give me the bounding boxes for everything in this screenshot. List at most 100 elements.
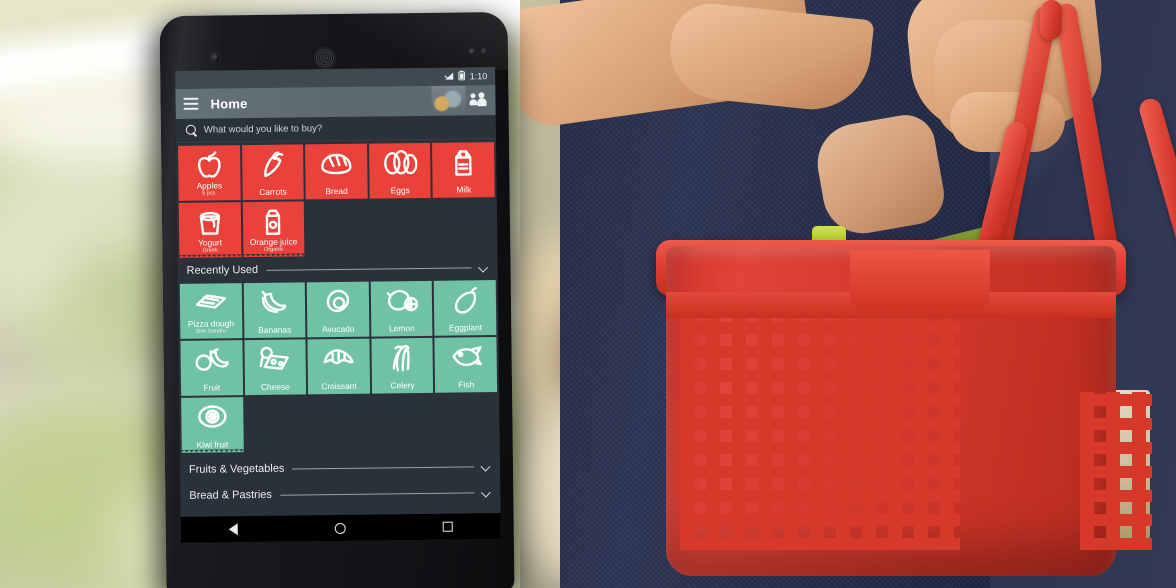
search-icon <box>186 125 197 136</box>
list-item-label: Eggplant <box>448 322 483 333</box>
list-item[interactable]: Celery <box>371 337 434 394</box>
chevron-down-icon[interactable] <box>482 462 491 471</box>
section-header-fruits-vegetables[interactable]: Fruits & Vegetables <box>180 453 500 483</box>
list-item[interactable]: Milk <box>432 142 495 198</box>
list-item[interactable]: Lemon <box>370 280 433 337</box>
chevron-down-icon[interactable] <box>482 488 491 497</box>
list-item-label: Celery <box>390 380 415 391</box>
people-group-icon[interactable] <box>469 92 487 108</box>
list-item[interactable]: Yogurt Greek <box>178 202 242 258</box>
action-bar: Home <box>175 85 496 119</box>
chevron-down-icon[interactable] <box>480 263 489 272</box>
battery-icon <box>458 70 466 82</box>
recents-square-icon[interactable] <box>442 521 453 532</box>
juice-carton-icon <box>263 208 283 236</box>
bananas-icon <box>259 289 289 315</box>
list-item-sublabel: 5 pcs. <box>201 190 217 197</box>
status-bar-time: 1:10 <box>469 71 488 82</box>
section-title: Recently Used <box>186 263 259 277</box>
list-item-label: Orange juice <box>249 236 298 248</box>
back-triangle-icon[interactable] <box>228 523 239 536</box>
list-item[interactable]: Eggplant <box>434 280 497 336</box>
screenshot-scene: 1:10 Home What would you like to buy? Ap… <box>0 0 1176 588</box>
search-input[interactable]: What would you like to buy? <box>204 123 322 135</box>
list-item[interactable]: Bananas <box>243 282 306 339</box>
list-item-label: Avocado <box>322 323 355 335</box>
grid-empty-cell <box>245 396 307 452</box>
section-rule <box>292 465 474 470</box>
list-item[interactable]: Fruit <box>180 340 243 396</box>
shopping-list-grid: Apples 5 pcs. Carrots Bread Eggs Milk Yo… <box>176 142 497 258</box>
grid-empty-cell <box>306 201 368 257</box>
list-item[interactable]: Orange juice Organic <box>242 201 305 258</box>
list-item-label: Fruit <box>203 382 221 393</box>
list-item-label: Milk <box>456 184 472 195</box>
grid-empty-cell <box>308 396 370 452</box>
list-item-label: Eggs <box>390 185 410 196</box>
list-item[interactable]: Apples 5 pcs. <box>178 145 241 201</box>
phone-screen: 1:10 Home What would you like to buy? Ap… <box>175 67 501 543</box>
list-item[interactable]: Kiwi fruit <box>181 397 244 453</box>
action-bar-photo-overlay <box>431 85 466 116</box>
list-item-sublabel: Don Sandro <box>196 328 227 335</box>
list-item-label: Croissant <box>321 380 357 392</box>
list-item-label: Cheese <box>260 381 290 392</box>
list-item[interactable]: Pizza dough Don Sandro <box>179 283 243 339</box>
grid-empty-cell <box>433 199 495 255</box>
sensor-icon <box>480 48 486 54</box>
section-title: Bread & Pastries <box>189 488 272 502</box>
android-navigation-bar <box>180 513 501 543</box>
list-item-label: Kiwi fruit <box>196 439 229 450</box>
page-title: Home <box>210 95 248 112</box>
list-item[interactable]: Cheese <box>244 339 307 396</box>
search-bar[interactable]: What would you like to buy? <box>175 115 496 143</box>
milk-carton-icon <box>452 148 474 176</box>
recently-used-grid: Pizza dough Don Sandro Bananas Avocado L… <box>178 280 500 453</box>
list-item[interactable]: Croissant <box>307 338 370 395</box>
list-item-sublabel: Greek <box>202 247 218 254</box>
avocado-icon <box>323 288 353 314</box>
apple-icon <box>194 151 224 179</box>
list-item[interactable]: Eggs <box>368 142 432 199</box>
list-item-label: Carrots <box>259 186 287 197</box>
front-camera-icon <box>210 53 221 63</box>
section-header-recently-used[interactable]: Recently Used <box>177 254 497 284</box>
bread-icon <box>319 150 353 176</box>
list-item-sublabel: Organic <box>263 246 284 253</box>
fish-icon <box>450 343 482 369</box>
eggplant-icon <box>452 286 478 314</box>
list-item-label: Pizza dough <box>187 318 235 329</box>
signal-icon <box>444 71 455 82</box>
list-item-label: Apples <box>196 180 223 191</box>
list-item[interactable]: Bread <box>305 143 368 200</box>
list-item[interactable]: Carrots <box>241 144 304 201</box>
home-circle-icon[interactable] <box>334 522 346 534</box>
pizza-dough-icon <box>194 289 228 313</box>
hamburger-menu-icon[interactable] <box>183 97 199 110</box>
fruit-bowl-icon <box>194 346 229 372</box>
celery-icon <box>388 344 416 372</box>
eggs-icon <box>383 149 418 175</box>
notification-led-icon <box>468 48 474 54</box>
grid-empty-cell <box>372 395 434 451</box>
earpiece-speaker-icon <box>314 48 336 69</box>
section-rule <box>279 491 475 496</box>
background-photo-right <box>520 0 1176 588</box>
section-rule <box>266 266 472 271</box>
grid-empty-cell <box>370 200 432 256</box>
list-item-label: Bananas <box>258 324 292 335</box>
phone-device: 1:10 Home What would you like to buy? Ap… <box>159 11 515 588</box>
list-item-label: Bread <box>325 185 348 197</box>
cheese-icon <box>259 346 291 372</box>
kiwi-icon <box>196 403 228 429</box>
list-item[interactable]: Avocado <box>306 281 370 338</box>
list-item-label: Fish <box>458 379 475 390</box>
carrot-icon <box>258 151 288 179</box>
list-item[interactable]: Fish <box>434 337 498 393</box>
list-item-label: Lemon <box>389 323 415 334</box>
croissant-icon <box>321 345 355 369</box>
yogurt-cup-icon <box>197 208 223 236</box>
phone-bezel-highlight <box>337 11 509 72</box>
list-item-label: Yogurt <box>198 237 223 248</box>
section-header-bread-pastries[interactable]: Bread & Pastries <box>180 479 500 509</box>
